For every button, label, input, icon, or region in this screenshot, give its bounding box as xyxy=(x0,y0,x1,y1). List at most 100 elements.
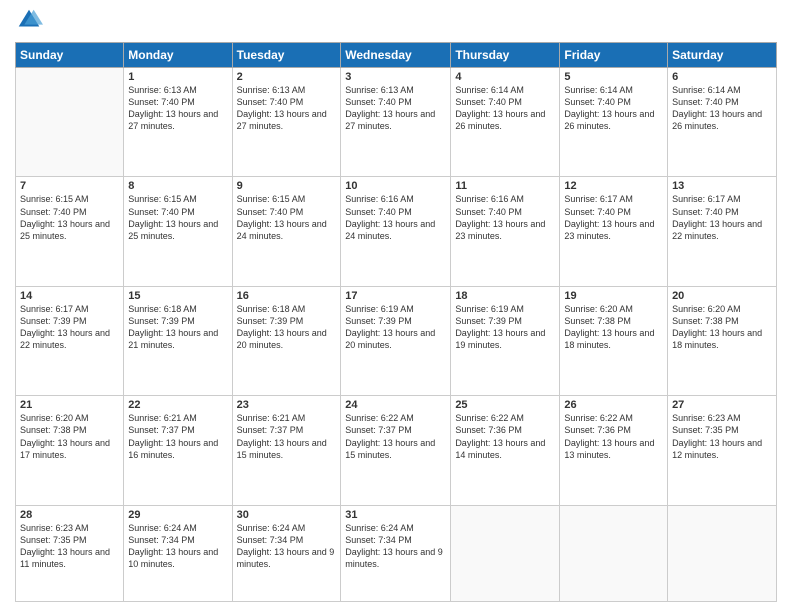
day-info: Sunrise: 6:24 AMSunset: 7:34 PMDaylight:… xyxy=(128,522,227,571)
calendar-day-cell: 1Sunrise: 6:13 AMSunset: 7:40 PMDaylight… xyxy=(124,68,232,177)
calendar-day-cell: 21Sunrise: 6:20 AMSunset: 7:38 PMDayligh… xyxy=(16,396,124,505)
day-number: 9 xyxy=(237,180,337,192)
day-info: Sunrise: 6:18 AMSunset: 7:39 PMDaylight:… xyxy=(128,303,227,352)
calendar-day-cell: 12Sunrise: 6:17 AMSunset: 7:40 PMDayligh… xyxy=(560,177,668,286)
calendar-week-row: 28Sunrise: 6:23 AMSunset: 7:35 PMDayligh… xyxy=(16,505,777,601)
calendar-day-cell xyxy=(16,68,124,177)
day-number: 12 xyxy=(564,180,663,192)
calendar-day-cell: 26Sunrise: 6:22 AMSunset: 7:36 PMDayligh… xyxy=(560,396,668,505)
day-info: Sunrise: 6:15 AMSunset: 7:40 PMDaylight:… xyxy=(237,193,337,242)
calendar-week-row: 21Sunrise: 6:20 AMSunset: 7:38 PMDayligh… xyxy=(16,396,777,505)
weekday-header-wednesday: Wednesday xyxy=(341,43,451,68)
calendar-week-row: 14Sunrise: 6:17 AMSunset: 7:39 PMDayligh… xyxy=(16,286,777,395)
calendar-week-row: 7Sunrise: 6:15 AMSunset: 7:40 PMDaylight… xyxy=(16,177,777,286)
calendar-day-cell: 23Sunrise: 6:21 AMSunset: 7:37 PMDayligh… xyxy=(232,396,341,505)
day-number: 24 xyxy=(345,399,446,411)
day-number: 23 xyxy=(237,399,337,411)
day-info: Sunrise: 6:20 AMSunset: 7:38 PMDaylight:… xyxy=(564,303,663,352)
calendar-week-row: 1 Sunrise: 6:13 AMSunset: 7:40 PMDaylight… xyxy=(16,68,777,177)
calendar-day-cell: 27Sunrise: 6:23 AMSunset: 7:35 PMDayligh… xyxy=(668,396,777,505)
weekday-header-thursday: Thursday xyxy=(451,43,560,68)
calendar-day-cell: 22Sunrise: 6:21 AMSunset: 7:37 PMDayligh… xyxy=(124,396,232,505)
day-info: Sunrise: 6:24 AMSunset: 7:34 PMDaylight:… xyxy=(345,522,446,571)
day-number: 28 xyxy=(20,509,119,521)
day-number: 1 xyxy=(128,71,227,83)
day-info: Sunrise: 6:14 AMSunset: 7:40 PMDaylight:… xyxy=(564,84,663,133)
calendar-day-cell: 9Sunrise: 6:15 AMSunset: 7:40 PMDaylight… xyxy=(232,177,341,286)
day-info: Sunrise: 6:22 AMSunset: 7:36 PMDaylight:… xyxy=(564,412,663,461)
day-number: 5 xyxy=(564,71,663,83)
page: SundayMondayTuesdayWednesdayThursdayFrid… xyxy=(0,0,792,612)
day-info: Sunrise: 6:23 AMSunset: 7:35 PMDaylight:… xyxy=(20,522,119,571)
calendar-day-cell: 30Sunrise: 6:24 AMSunset: 7:34 PMDayligh… xyxy=(232,505,341,601)
day-number: 2 xyxy=(237,71,337,83)
day-number: 26 xyxy=(564,399,663,411)
day-info: Sunrise: 6:21 AMSunset: 7:37 PMDaylight:… xyxy=(237,412,337,461)
calendar-table: SundayMondayTuesdayWednesdayThursdayFrid… xyxy=(15,42,777,602)
calendar-day-cell: 29Sunrise: 6:24 AMSunset: 7:34 PMDayligh… xyxy=(124,505,232,601)
day-number: 17 xyxy=(345,290,446,302)
day-number: 16 xyxy=(237,290,337,302)
day-number: 25 xyxy=(455,399,555,411)
day-number: 11 xyxy=(455,180,555,192)
header xyxy=(15,10,777,34)
day-info: Sunrise: 6:22 AMSunset: 7:37 PMDaylight:… xyxy=(345,412,446,461)
calendar-day-cell: 14Sunrise: 6:17 AMSunset: 7:39 PMDayligh… xyxy=(16,286,124,395)
calendar-day-cell: 17Sunrise: 6:19 AMSunset: 7:39 PMDayligh… xyxy=(341,286,451,395)
day-number: 19 xyxy=(564,290,663,302)
weekday-header-sunday: Sunday xyxy=(16,43,124,68)
day-info: Sunrise: 6:13 AMSunset: 7:40 PMDaylight:… xyxy=(345,84,446,133)
calendar-day-cell: 11Sunrise: 6:16 AMSunset: 7:40 PMDayligh… xyxy=(451,177,560,286)
calendar-day-cell: 25Sunrise: 6:22 AMSunset: 7:36 PMDayligh… xyxy=(451,396,560,505)
day-info: Sunrise: 6:17 AMSunset: 7:40 PMDaylight:… xyxy=(672,193,772,242)
calendar-day-cell: 20Sunrise: 6:20 AMSunset: 7:38 PMDayligh… xyxy=(668,286,777,395)
calendar-day-cell: 13Sunrise: 6:17 AMSunset: 7:40 PMDayligh… xyxy=(668,177,777,286)
day-number: 20 xyxy=(672,290,772,302)
day-number: 21 xyxy=(20,399,119,411)
calendar-day-cell: 19Sunrise: 6:20 AMSunset: 7:38 PMDayligh… xyxy=(560,286,668,395)
day-number: 3 xyxy=(345,71,446,83)
day-number: 30 xyxy=(237,509,337,521)
day-info: Sunrise: 6:21 AMSunset: 7:37 PMDaylight:… xyxy=(128,412,227,461)
day-info: Sunrise: 6:20 AMSunset: 7:38 PMDaylight:… xyxy=(20,412,119,461)
day-info: Sunrise: 6:22 AMSunset: 7:36 PMDaylight:… xyxy=(455,412,555,461)
calendar-day-cell: 10Sunrise: 6:16 AMSunset: 7:40 PMDayligh… xyxy=(341,177,451,286)
day-info: Sunrise: 6:15 AMSunset: 7:40 PMDaylight:… xyxy=(20,193,119,242)
logo xyxy=(15,10,47,34)
day-info: Sunrise: 6:14 AMSunset: 7:40 PMDaylight:… xyxy=(455,84,555,133)
calendar-day-cell: 7Sunrise: 6:15 AMSunset: 7:40 PMDaylight… xyxy=(16,177,124,286)
day-info: Sunrise: 6:16 AMSunset: 7:40 PMDaylight:… xyxy=(455,193,555,242)
calendar-day-cell: 16Sunrise: 6:18 AMSunset: 7:39 PMDayligh… xyxy=(232,286,341,395)
day-info: Sunrise: 6:18 AMSunset: 7:39 PMDaylight:… xyxy=(237,303,337,352)
weekday-header-friday: Friday xyxy=(560,43,668,68)
day-number: 14 xyxy=(20,290,119,302)
day-number: 18 xyxy=(455,290,555,302)
day-info: Sunrise: 6:20 AMSunset: 7:38 PMDaylight:… xyxy=(672,303,772,352)
day-info: Sunrise: 6:15 AMSunset: 7:40 PMDaylight:… xyxy=(128,193,227,242)
weekday-header-row: SundayMondayTuesdayWednesdayThursdayFrid… xyxy=(16,43,777,68)
calendar-day-cell: 8Sunrise: 6:15 AMSunset: 7:40 PMDaylight… xyxy=(124,177,232,286)
calendar-day-cell: 28Sunrise: 6:23 AMSunset: 7:35 PMDayligh… xyxy=(16,505,124,601)
day-info: Sunrise: 6:14 AMSunset: 7:40 PMDaylight:… xyxy=(672,84,772,133)
calendar-day-cell xyxy=(668,505,777,601)
day-number: 27 xyxy=(672,399,772,411)
logo-icon xyxy=(15,6,43,34)
day-info: Sunrise: 6:23 AMSunset: 7:35 PMDaylight:… xyxy=(672,412,772,461)
day-number: 22 xyxy=(128,399,227,411)
day-number: 7 xyxy=(20,180,119,192)
day-info: Sunrise: 6:16 AMSunset: 7:40 PMDaylight:… xyxy=(345,193,446,242)
day-number: 4 xyxy=(455,71,555,83)
day-info: Sunrise: 6:13 AMSunset: 7:40 PMDaylight:… xyxy=(237,84,337,133)
day-number: 8 xyxy=(128,180,227,192)
calendar-day-cell xyxy=(451,505,560,601)
day-number: 15 xyxy=(128,290,227,302)
calendar-day-cell: 15Sunrise: 6:18 AMSunset: 7:39 PMDayligh… xyxy=(124,286,232,395)
day-info: Sunrise: 6:17 AMSunset: 7:39 PMDaylight:… xyxy=(20,303,119,352)
day-number: 13 xyxy=(672,180,772,192)
day-info: Sunrise: 6:24 AMSunset: 7:34 PMDaylight:… xyxy=(237,522,337,571)
calendar-day-cell: 6Sunrise: 6:14 AMSunset: 7:40 PMDaylight… xyxy=(668,68,777,177)
day-number: 6 xyxy=(672,71,772,83)
day-info: Sunrise: 6:19 AMSunset: 7:39 PMDaylight:… xyxy=(455,303,555,352)
weekday-header-monday: Monday xyxy=(124,43,232,68)
calendar-day-cell: 4Sunrise: 6:14 AMSunset: 7:40 PMDaylight… xyxy=(451,68,560,177)
